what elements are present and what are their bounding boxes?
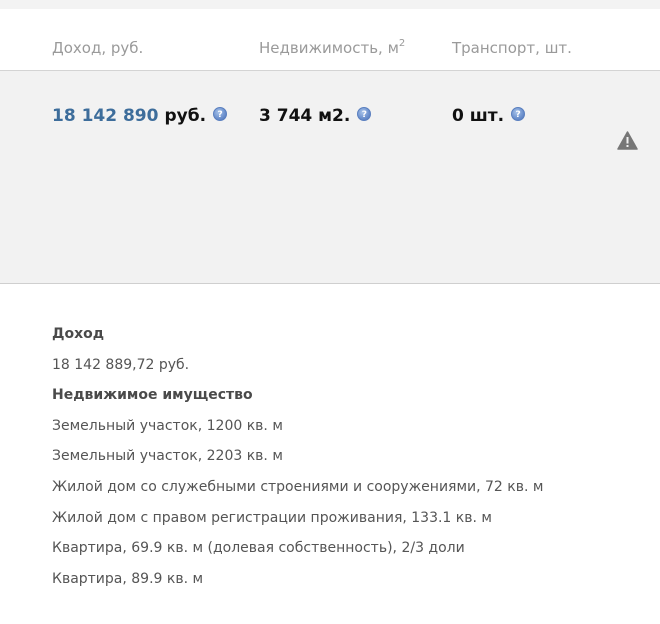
summary-values-panel: 18 142 890 руб. ? 3 744 м2. ? 0 шт. ? — [0, 71, 660, 284]
top-strip — [0, 0, 660, 9]
header-realty-label: Недвижимость, м — [259, 39, 399, 57]
income-detail-value: 18 142 889,72 руб. — [52, 356, 190, 373]
list-item: Земельный участок, 2203 кв. м — [52, 448, 283, 465]
declaration-details: Доход 18 142 889,72 руб. Недвижимое имущ… — [52, 322, 642, 597]
summary-header: Доход, руб. Недвижимость, м2 Транспорт, … — [0, 9, 660, 71]
realty-section-title: Недвижимое имущество — [52, 387, 253, 404]
realty-amount: 3 744 м2. — [259, 106, 351, 126]
income-value: 18 142 890 руб. ? — [52, 106, 228, 126]
list-item: Квартира, 69.9 кв. м (долевая собственно… — [52, 540, 465, 557]
transport-amount: 0 шт. — [452, 106, 505, 126]
header-realty-unit-sup: 2 — [398, 38, 406, 49]
help-icon[interactable]: ? — [357, 107, 372, 121]
transport-value: 0 шт. ? — [452, 106, 526, 126]
header-transport: Транспорт, шт. — [452, 39, 572, 57]
income-unit: руб. — [164, 106, 207, 126]
list-item: Земельный участок, 1200 кв. м — [52, 417, 283, 434]
income-amount-link[interactable]: 18 142 890 — [52, 106, 158, 126]
realty-value: 3 744 м2. ? — [259, 106, 372, 126]
header-income-label: Доход, руб. — [52, 39, 144, 57]
list-item: Жилой дом с правом регистрации проживани… — [52, 509, 492, 526]
list-item: Квартира, 89.9 кв. м — [52, 570, 204, 587]
income-section-title: Доход — [52, 326, 105, 342]
help-icon[interactable]: ? — [213, 107, 228, 121]
header-transport-label: Транспорт, шт. — [452, 39, 572, 57]
header-realty: Недвижимость, м2 — [259, 38, 406, 57]
list-item: Жилой дом со служебными строениями и соо… — [52, 478, 544, 495]
header-income: Доход, руб. — [52, 39, 143, 57]
warning-icon[interactable] — [617, 131, 638, 150]
help-icon[interactable]: ? — [511, 107, 526, 121]
